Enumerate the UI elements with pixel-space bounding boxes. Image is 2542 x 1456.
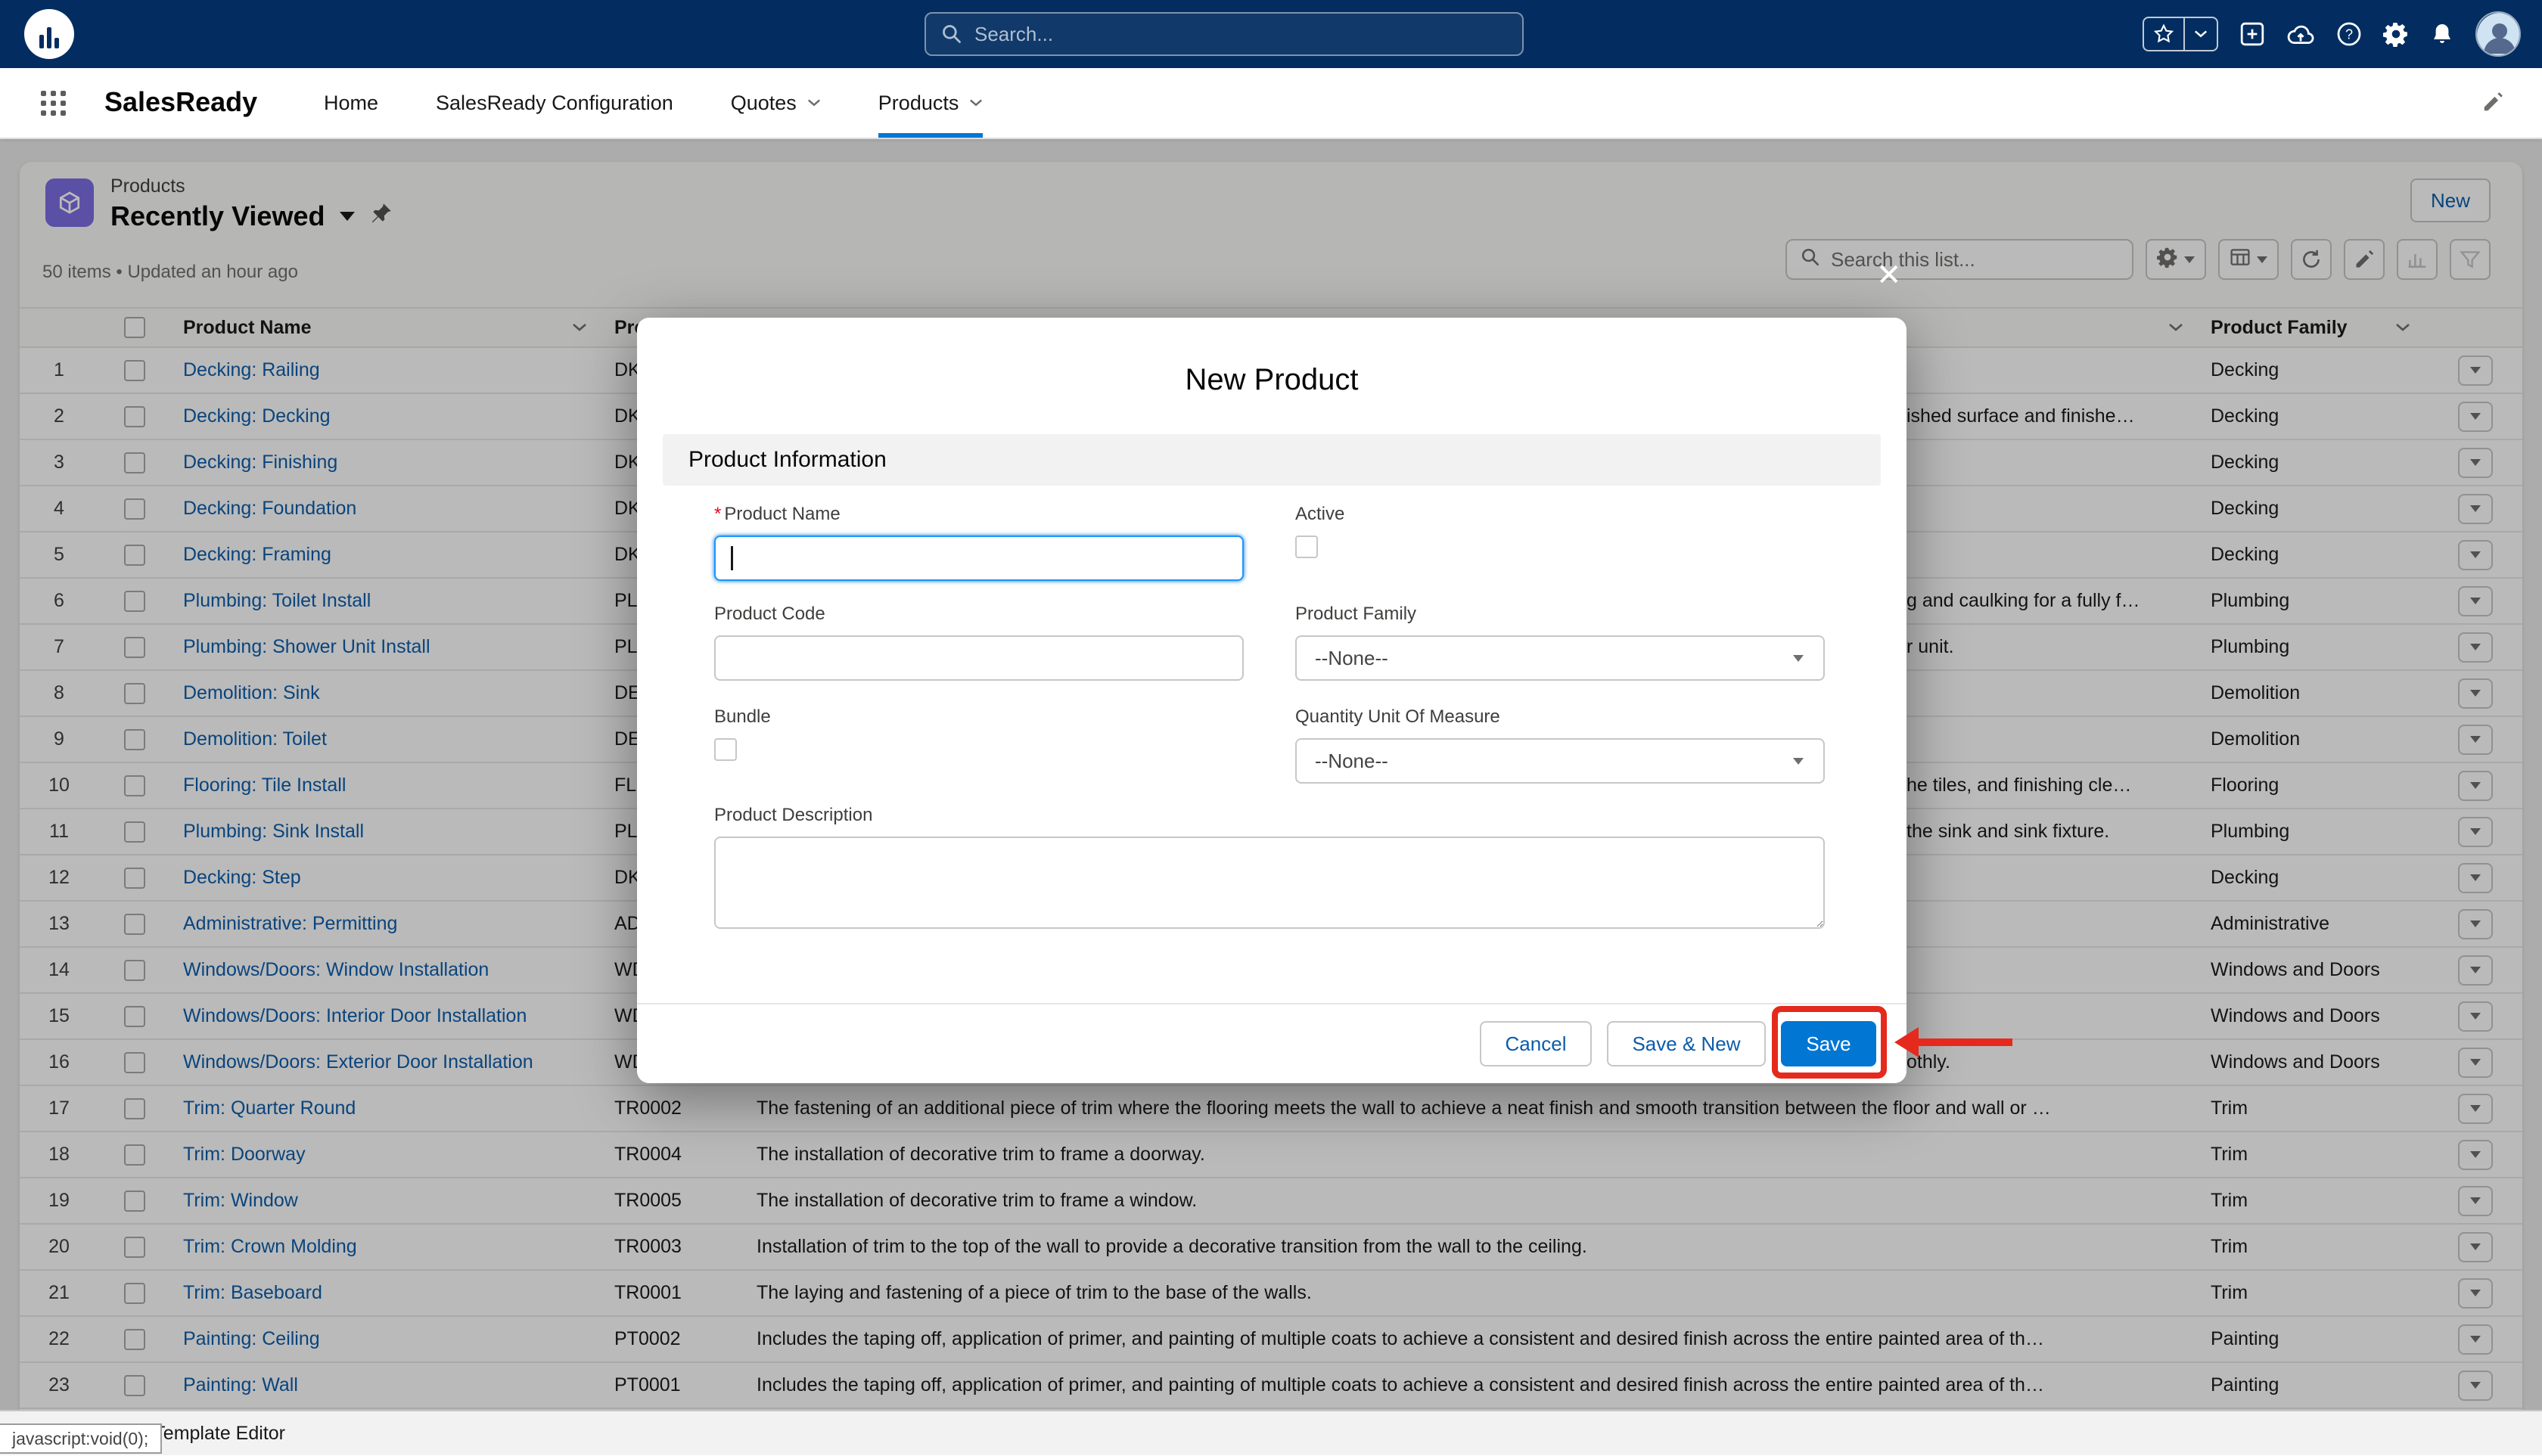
product-family-combobox[interactable]: --None-- [1295, 635, 1825, 681]
product-code-label: Product Code [714, 604, 825, 625]
setup-gear-icon[interactable] [2383, 21, 2409, 47]
text-cursor [731, 546, 733, 570]
bundle-checkbox[interactable] [714, 738, 737, 761]
notifications-bell-icon[interactable] [2430, 21, 2454, 47]
active-checkbox[interactable] [1295, 536, 1318, 558]
search-icon [941, 23, 962, 45]
product-name-input[interactable] [714, 536, 1244, 581]
product-family-label: Product Family [1295, 604, 1416, 625]
global-search-input[interactable]: Search... [925, 12, 1524, 56]
annotation-arrow-shaft [1916, 1038, 2012, 1046]
close-icon[interactable]: ✕ [1876, 260, 1902, 290]
new-product-modal: New Product Product Information *Product… [637, 318, 1906, 1083]
help-icon[interactable]: ? [2336, 21, 2362, 47]
nav-tab-home[interactable]: Home [324, 68, 378, 138]
active-label: Active [1295, 504, 1344, 525]
caret-down-icon [1793, 758, 1804, 765]
company-logo-icon [24, 9, 74, 59]
required-asterisk: * [714, 504, 721, 524]
nav-tab-quotes[interactable]: Quotes [731, 68, 821, 138]
cancel-button[interactable]: Cancel [1480, 1021, 1592, 1066]
section-header: Product Information [663, 434, 1881, 486]
save-button[interactable]: Save [1781, 1021, 1876, 1066]
app-launcher-icon[interactable] [41, 91, 67, 116]
utility-bar: SalesReady Template Editor [0, 1410, 2542, 1455]
qty-uom-combobox[interactable]: --None-- [1295, 738, 1825, 784]
avatar[interactable] [2475, 11, 2521, 57]
chevron-down-icon [807, 98, 821, 107]
main-content: Products Recently Viewed New 50 items • … [0, 139, 2542, 1410]
salesforce-app: Search... ? [0, 0, 2542, 1455]
bundle-label: Bundle [714, 706, 771, 728]
chevron-down-icon [969, 98, 983, 107]
product-name-label: *Product Name [714, 504, 841, 525]
favorites-star-icon[interactable] [2144, 18, 2183, 50]
favorites-caret-icon[interactable] [2183, 18, 2217, 50]
global-header: Search... ? [0, 0, 2542, 68]
global-search-placeholder: Search... [974, 23, 1053, 46]
browser-status-text: javascript:void(0); [0, 1423, 162, 1454]
edit-pencil-icon[interactable] [2481, 91, 2504, 120]
product-description-textarea[interactable] [714, 837, 1825, 929]
upload-cloud-icon[interactable] [2286, 23, 2315, 45]
caret-down-icon [1793, 655, 1804, 662]
product-code-input[interactable] [714, 635, 1244, 681]
svg-text:?: ? [2345, 26, 2353, 42]
qty-uom-label: Quantity Unit Of Measure [1295, 706, 1500, 728]
favorites-button[interactable] [2143, 17, 2218, 51]
add-icon[interactable] [2239, 21, 2265, 47]
save-and-new-button[interactable]: Save & New [1607, 1021, 1766, 1066]
app-name: SalesReady [104, 86, 257, 118]
product-description-label: Product Description [714, 805, 872, 826]
app-navigation-bar: SalesReady Home SalesReady Configuration Q… [0, 68, 2542, 139]
nav-tab-salesready-configuration[interactable]: SalesReady Configuration [436, 68, 673, 138]
modal-footer: Cancel Save & New Save [637, 1003, 1906, 1083]
modal-title: New Product [637, 363, 1906, 397]
nav-tab-products[interactable]: Products [878, 68, 984, 138]
